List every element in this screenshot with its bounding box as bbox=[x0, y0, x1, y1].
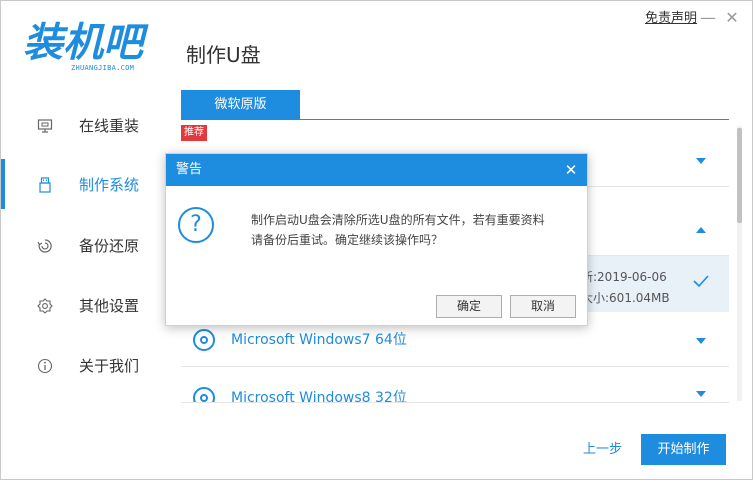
question-icon: ? bbox=[178, 207, 214, 243]
sidebar-item-label: 制作系统 bbox=[79, 176, 140, 194]
warning-dialog: 警告 ✕ ? 制作启动U盘会清除所选U盘的所有文件，若有重要资料 请备份后重试。… bbox=[165, 153, 588, 326]
backup-restore-icon bbox=[37, 239, 52, 253]
tab-microsoft-original[interactable]: 微软原版 bbox=[181, 90, 300, 120]
logo: 装机吧 ZHUANGJIBA.COM bbox=[23, 19, 163, 77]
file-size: 大小:601.04MB bbox=[581, 291, 670, 305]
gear-icon bbox=[37, 298, 53, 314]
disc-icon bbox=[193, 387, 215, 402]
start-making-button[interactable]: 开始制作 bbox=[641, 434, 726, 465]
sidebar-item-backup-restore[interactable]: 备份还原 bbox=[1, 222, 171, 270]
list-item[interactable]: Microsoft Windows8 32位 bbox=[181, 373, 729, 403]
sidebar-item-make-system[interactable]: 制作系统 bbox=[1, 161, 171, 209]
sidebar-item-label: 在线重装 bbox=[79, 117, 140, 135]
version-name: Microsoft Windows8 32位 bbox=[231, 390, 407, 403]
update-date: 新:2019-06-06 bbox=[581, 270, 667, 284]
info-icon bbox=[37, 358, 53, 374]
chevron-down-icon[interactable] bbox=[696, 158, 706, 164]
dialog-message-line: 请备份后重试。确定继续该操作吗？ bbox=[251, 233, 444, 247]
check-icon bbox=[693, 275, 709, 288]
logo-text: 装机吧 bbox=[23, 20, 143, 66]
usb-drive-icon bbox=[39, 177, 51, 193]
tab-divider bbox=[181, 119, 729, 120]
sidebar-item-label: 其他设置 bbox=[79, 297, 140, 315]
dialog-title: 警告 bbox=[176, 162, 203, 177]
minimize-button[interactable]: — bbox=[699, 7, 717, 29]
version-name: Microsoft Windows7 64位 bbox=[231, 332, 407, 348]
sidebar-item-other-settings[interactable]: 其他设置 bbox=[1, 282, 171, 330]
previous-step-link[interactable]: 上一步 bbox=[583, 441, 622, 459]
sidebar-item-about-us[interactable]: 关于我们 bbox=[1, 342, 171, 390]
cancel-button[interactable]: 取消 bbox=[510, 295, 576, 318]
recommend-badge: 推荐 bbox=[181, 125, 207, 141]
monitor-icon bbox=[37, 119, 53, 133]
dialog-message: 制作启动U盘会清除所选U盘的所有文件，若有重要资料 请备份后重试。确定继续该操作… bbox=[251, 210, 545, 250]
disclaimer-link[interactable]: 免责声明 bbox=[645, 11, 697, 27]
sidebar-item-label: 备份还原 bbox=[79, 237, 140, 255]
chevron-up-icon[interactable] bbox=[696, 227, 706, 233]
logo-subtext: ZHUANGJIBA.COM bbox=[71, 64, 135, 72]
sidebar-item-label: 关于我们 bbox=[79, 357, 140, 375]
chevron-down-icon[interactable] bbox=[696, 338, 706, 344]
sidebar-item-online-reinstall[interactable]: 在线重装 bbox=[1, 102, 171, 150]
confirm-button[interactable]: 确定 bbox=[436, 295, 502, 318]
dialog-header: 警告 ✕ bbox=[166, 154, 587, 186]
scrollbar-thumb[interactable] bbox=[737, 128, 742, 223]
chevron-down-icon[interactable] bbox=[696, 391, 706, 397]
page-title: 制作U盘 bbox=[186, 43, 261, 67]
close-button[interactable]: ✕ bbox=[723, 7, 741, 29]
dialog-message-line: 制作启动U盘会清除所选U盘的所有文件，若有重要资料 bbox=[251, 213, 545, 227]
disc-icon bbox=[193, 329, 215, 351]
dialog-close-icon[interactable]: ✕ bbox=[562, 160, 580, 180]
app-window: 装机吧 ZHUANGJIBA.COM 制作U盘 免责声明 — ✕ 在线重装 制作… bbox=[0, 0, 753, 480]
